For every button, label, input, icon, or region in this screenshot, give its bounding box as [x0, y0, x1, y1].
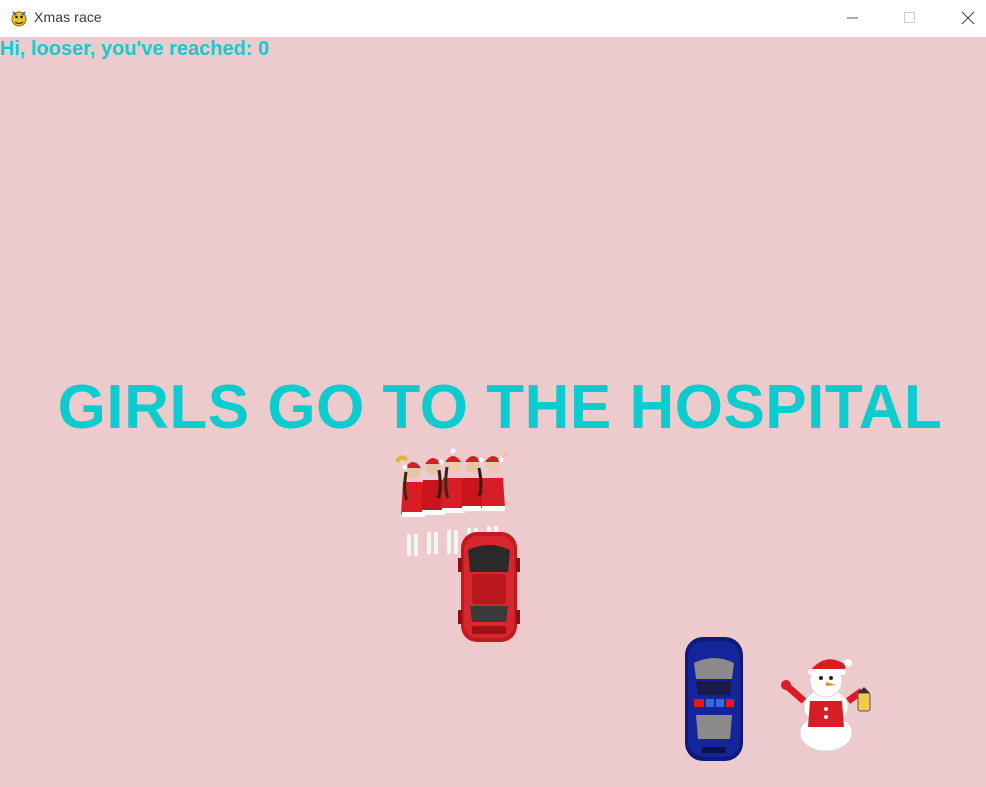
window-titlebar[interactable]: Xmas race [0, 0, 986, 37]
police-car [685, 637, 743, 761]
maximize-icon [904, 12, 915, 23]
close-icon [961, 11, 975, 25]
score-text: Hi, looser, you've reached: 0 [0, 38, 270, 60]
pygame-snake-icon [11, 11, 27, 27]
maximize-button[interactable] [887, 0, 933, 36]
game-over-message: GIRLS GO TO THE HOSPITAL [57, 373, 943, 442]
minimize-icon [847, 17, 858, 19]
close-button[interactable] [945, 0, 986, 36]
red-car [458, 532, 520, 642]
game-canvas[interactable]: Hi, looser, you've reached: 0 GIRLS GO T… [0, 37, 986, 787]
snowman [781, 659, 871, 752]
minimize-button[interactable] [830, 0, 876, 36]
window-title: Xmas race [34, 9, 102, 25]
